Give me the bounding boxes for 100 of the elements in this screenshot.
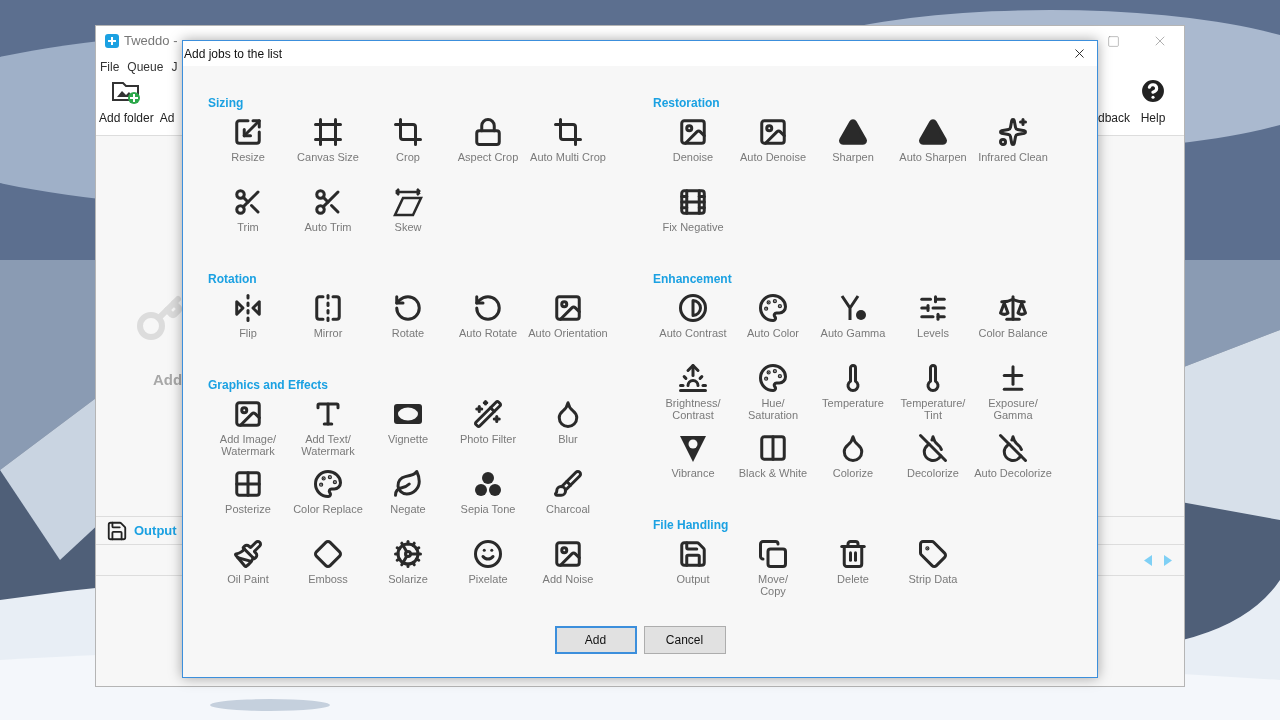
job-label[interactable]: Sepia Tone — [460, 503, 516, 515]
job-label[interactable]: Auto Trim — [304, 221, 352, 233]
job-label[interactable]: Oil Paint — [227, 573, 269, 585]
job-label[interactable]: Auto Gamma — [820, 327, 886, 339]
palette-icon[interactable] — [758, 363, 788, 393]
job-label[interactable]: Black & White — [738, 467, 808, 479]
grid-icon[interactable] — [233, 469, 263, 499]
job-label[interactable]: Denoise — [672, 151, 714, 163]
half-square-icon[interactable] — [758, 433, 788, 463]
parallelogram-icon[interactable] — [393, 187, 423, 217]
job-label[interactable]: Auto Color — [747, 327, 799, 339]
job-label[interactable]: Auto Contrast — [659, 327, 727, 339]
job-label[interactable]: Move/ Copy — [758, 573, 788, 597]
job-label[interactable]: Decolorize — [907, 467, 959, 479]
job-label[interactable]: Temperature/ Tint — [900, 397, 966, 421]
palette-icon[interactable] — [758, 293, 788, 323]
toolbar-button[interactable]: dback — [1097, 109, 1130, 127]
job-label[interactable]: Resize — [231, 151, 265, 163]
contrast-icon[interactable] — [678, 293, 708, 323]
job-label[interactable]: Vibrance — [671, 467, 715, 479]
resize-icon[interactable] — [233, 117, 263, 147]
job-label[interactable]: Levels — [917, 327, 949, 339]
job-label[interactable]: Mirror — [313, 327, 343, 339]
lock-icon[interactable] — [473, 117, 503, 147]
job-label[interactable]: Solarize — [388, 573, 428, 585]
rotate-icon[interactable] — [473, 293, 503, 323]
flip-icon[interactable] — [233, 293, 263, 323]
menu-item[interactable]: J — [171, 58, 178, 76]
job-label[interactable]: Flip — [239, 327, 257, 339]
job-label[interactable]: Add Text/ Watermark — [301, 433, 355, 457]
job-label[interactable]: Canvas Size — [297, 151, 359, 163]
job-label[interactable]: Crop — [396, 151, 420, 163]
job-label[interactable]: Add Noise — [542, 573, 594, 585]
job-label[interactable]: Trim — [237, 221, 259, 233]
film-icon[interactable] — [678, 187, 708, 217]
job-label[interactable]: Temperature — [822, 397, 884, 409]
triangle-icon[interactable] — [838, 117, 868, 147]
job-label[interactable]: Output — [676, 573, 710, 585]
job-label[interactable]: Vignette — [387, 433, 429, 445]
rotate-icon[interactable] — [393, 293, 423, 323]
image-icon[interactable] — [553, 539, 583, 569]
job-label[interactable]: Sharpen — [832, 151, 874, 163]
job-label[interactable]: Color Replace — [293, 503, 363, 515]
menu-item[interactable]: File — [100, 58, 120, 76]
sunrise-icon[interactable] — [678, 363, 708, 393]
brush-icon[interactable] — [553, 469, 583, 499]
leaf-icon[interactable] — [393, 469, 423, 499]
toolbar-button[interactable]: Add folder — [99, 77, 154, 127]
image-icon[interactable] — [678, 117, 708, 147]
cog-icon[interactable] — [393, 539, 423, 569]
job-label[interactable]: Strip Data — [908, 573, 958, 585]
save-icon[interactable] — [678, 539, 708, 569]
droplet-off-icon[interactable] — [918, 433, 948, 463]
job-label[interactable]: Posterize — [225, 503, 271, 515]
job-label[interactable]: Blur — [558, 433, 578, 445]
sparkles-icon[interactable] — [998, 117, 1028, 147]
job-label[interactable]: Charcoal — [546, 503, 590, 515]
tag-icon[interactable] — [918, 539, 948, 569]
toolbar-button[interactable]: Ad — [159, 109, 175, 127]
job-label[interactable]: Delete — [837, 573, 869, 585]
sliders-icon[interactable] — [918, 293, 948, 323]
palette-icon[interactable] — [313, 469, 343, 499]
job-label[interactable]: Skew — [394, 221, 422, 233]
job-label[interactable]: Negate — [390, 503, 426, 515]
dialog-button[interactable]: Add — [554, 626, 637, 654]
image-icon[interactable] — [758, 117, 788, 147]
job-label[interactable]: Auto Sharpen — [899, 151, 967, 163]
gamma-icon[interactable] — [838, 293, 868, 323]
crop-icon[interactable] — [393, 117, 423, 147]
image-icon[interactable] — [553, 293, 583, 323]
job-label[interactable]: Emboss — [308, 573, 348, 585]
crop-icon[interactable] — [553, 117, 583, 147]
job-label[interactable]: Auto Rotate — [458, 327, 518, 339]
output-row[interactable]: Output — [96, 516, 182, 545]
job-label[interactable]: Color Balance — [978, 327, 1048, 339]
job-label[interactable]: Photo Filter — [459, 433, 517, 445]
job-label[interactable]: Pixelate — [468, 573, 508, 585]
job-label[interactable]: Aspect Crop — [457, 151, 519, 163]
job-label[interactable]: Auto Orientation — [528, 327, 608, 339]
trash-icon[interactable] — [838, 539, 868, 569]
wand-icon[interactable] — [473, 399, 503, 429]
job-label[interactable]: Rotate — [391, 327, 425, 339]
triangle-icon[interactable] — [678, 433, 708, 463]
job-label[interactable]: Auto Multi Crop — [530, 151, 606, 163]
job-label[interactable]: Hue/ Saturation — [747, 397, 799, 421]
job-label[interactable]: Infrared Clean — [978, 151, 1048, 163]
mirror-icon[interactable] — [313, 293, 343, 323]
copy-icon[interactable] — [758, 539, 788, 569]
menu-item[interactable]: Queue — [127, 58, 164, 76]
paintbrush-icon[interactable] — [233, 539, 263, 569]
close-icon[interactable] — [1072, 46, 1087, 61]
scale-icon[interactable] — [998, 293, 1028, 323]
job-label[interactable]: Auto Decolorize — [974, 467, 1052, 479]
job-label[interactable]: Exposure/ Gamma — [988, 397, 1038, 421]
diamond-icon[interactable] — [313, 539, 343, 569]
toolbar-button[interactable]: Help — [1138, 76, 1168, 127]
job-label[interactable]: Brightness/ Contrast — [665, 397, 721, 421]
dialog-button[interactable]: Cancel — [643, 626, 726, 654]
job-label[interactable]: Auto Denoise — [739, 151, 806, 163]
circles-icon[interactable] — [473, 469, 503, 499]
